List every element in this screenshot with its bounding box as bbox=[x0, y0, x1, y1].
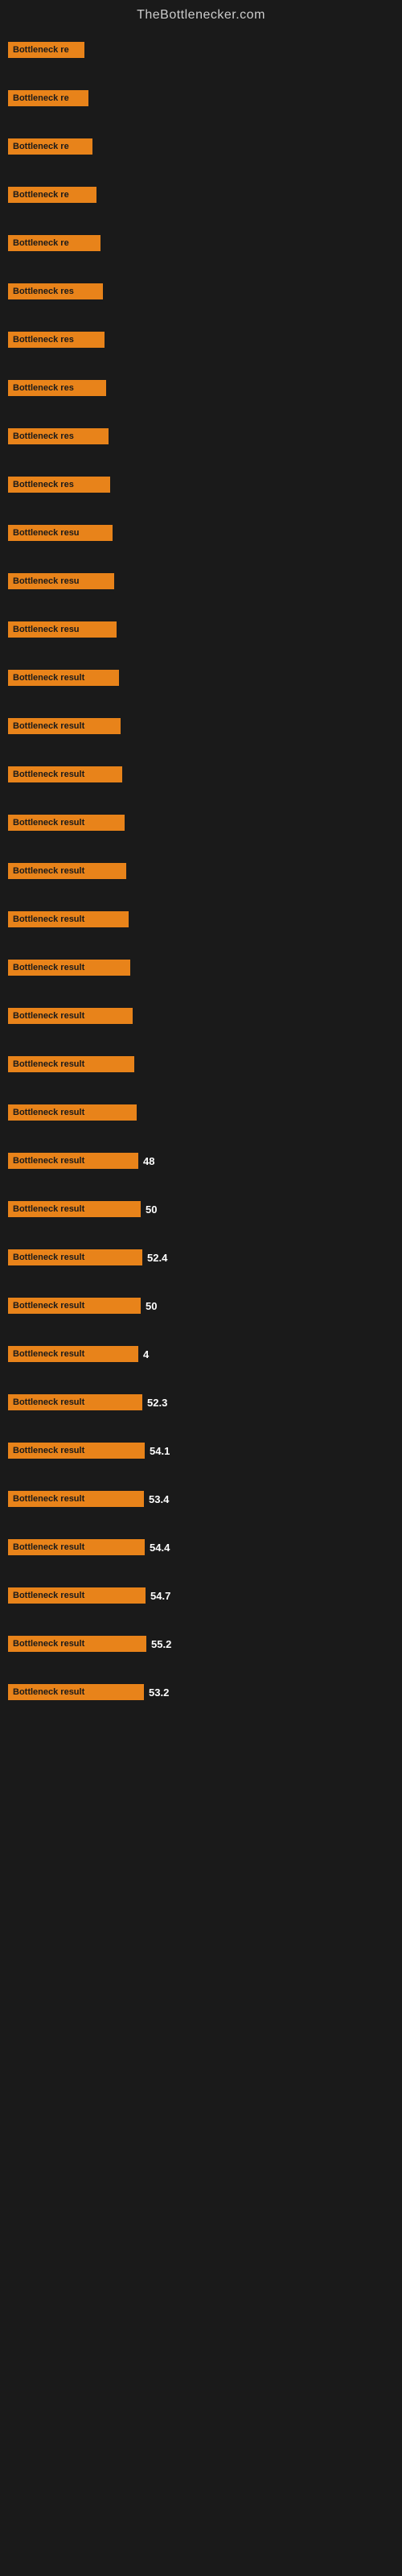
list-item: Bottleneck result 54.4 bbox=[8, 1524, 394, 1571]
list-item: Bottleneck res bbox=[8, 316, 394, 363]
bar-label: Bottleneck res bbox=[8, 332, 105, 348]
list-item: Bottleneck result bbox=[8, 944, 394, 991]
bar-label: Bottleneck re bbox=[8, 42, 84, 58]
bar-label: Bottleneck result bbox=[8, 1636, 146, 1652]
bar-label: Bottleneck resu bbox=[8, 621, 117, 638]
bar-label: Bottleneck res bbox=[8, 428, 109, 444]
list-item: Bottleneck res bbox=[8, 268, 394, 315]
bar-label: Bottleneck res bbox=[8, 380, 106, 396]
bar-label: Bottleneck result bbox=[8, 1346, 138, 1362]
bar-label: Bottleneck result bbox=[8, 1539, 145, 1555]
list-item: Bottleneck res bbox=[8, 365, 394, 411]
list-item: Bottleneck result 50 bbox=[8, 1186, 394, 1232]
bar-label: Bottleneck result bbox=[8, 1491, 144, 1507]
list-item: Bottleneck result bbox=[8, 993, 394, 1039]
bar-label: Bottleneck result bbox=[8, 670, 119, 686]
bar-label: Bottleneck resu bbox=[8, 573, 114, 589]
list-item: Bottleneck result 55.2 bbox=[8, 1620, 394, 1667]
list-item: Bottleneck result 50 bbox=[8, 1282, 394, 1329]
bar-value: 54.1 bbox=[150, 1445, 170, 1457]
bar-label: Bottleneck res bbox=[8, 477, 110, 493]
list-item: Bottleneck re bbox=[8, 27, 394, 73]
list-item: Bottleneck result bbox=[8, 751, 394, 798]
list-item: Bottleneck re bbox=[8, 123, 394, 170]
list-item: Bottleneck result bbox=[8, 896, 394, 943]
list-item: Bottleneck result bbox=[8, 799, 394, 846]
list-item: Bottleneck result 53.4 bbox=[8, 1476, 394, 1522]
bar-label: Bottleneck result bbox=[8, 1201, 141, 1217]
bar-label: Bottleneck result bbox=[8, 718, 121, 734]
list-item: Bottleneck res bbox=[8, 461, 394, 508]
bar-label: Bottleneck result bbox=[8, 766, 122, 782]
rows-container: Bottleneck re Bottleneck re Bottleneck re B… bbox=[0, 27, 402, 1715]
bar-label: Bottleneck result bbox=[8, 1056, 134, 1072]
list-item: Bottleneck result bbox=[8, 1041, 394, 1088]
bar-value: 54.4 bbox=[150, 1542, 170, 1554]
site-title: TheBottlenecker.com bbox=[0, 0, 402, 27]
bar-label: Bottleneck re bbox=[8, 90, 88, 106]
bar-label: Bottleneck result bbox=[8, 1443, 145, 1459]
bar-label: Bottleneck result bbox=[8, 1104, 137, 1121]
list-item: Bottleneck resu bbox=[8, 606, 394, 653]
bar-label: Bottleneck re bbox=[8, 187, 96, 203]
list-item: Bottleneck re bbox=[8, 171, 394, 218]
bar-label: Bottleneck result bbox=[8, 1587, 146, 1604]
bar-label: Bottleneck result bbox=[8, 1298, 141, 1314]
bar-label: Bottleneck result bbox=[8, 960, 130, 976]
bar-value: 54.7 bbox=[150, 1590, 170, 1602]
list-item: Bottleneck result 52.4 bbox=[8, 1234, 394, 1281]
bar-value: 55.2 bbox=[151, 1638, 171, 1650]
bar-value: 50 bbox=[146, 1203, 157, 1216]
list-item: Bottleneck res bbox=[8, 413, 394, 460]
list-item: Bottleneck result 52.3 bbox=[8, 1379, 394, 1426]
bar-label: Bottleneck result bbox=[8, 1684, 144, 1700]
bar-label: Bottleneck result bbox=[8, 911, 129, 927]
bar-value: 53.2 bbox=[149, 1686, 169, 1699]
bar-label: Bottleneck result bbox=[8, 1153, 138, 1169]
list-item: Bottleneck result 48 bbox=[8, 1137, 394, 1184]
bar-label: Bottleneck result bbox=[8, 863, 126, 879]
list-item: Bottleneck result bbox=[8, 654, 394, 701]
bar-value: 53.4 bbox=[149, 1493, 169, 1505]
list-item: Bottleneck resu bbox=[8, 558, 394, 605]
bar-value: 50 bbox=[146, 1300, 157, 1312]
bar-value: 52.3 bbox=[147, 1397, 167, 1409]
bar-label: Bottleneck result bbox=[8, 1008, 133, 1024]
bar-label: Bottleneck result bbox=[8, 1249, 142, 1265]
bar-label: Bottleneck res bbox=[8, 283, 103, 299]
bar-label: Bottleneck re bbox=[8, 138, 92, 155]
list-item: Bottleneck result 4 bbox=[8, 1331, 394, 1377]
bar-label: Bottleneck result bbox=[8, 815, 125, 831]
list-item: Bottleneck re bbox=[8, 220, 394, 266]
list-item: Bottleneck result 53.2 bbox=[8, 1669, 394, 1715]
bar-label: Bottleneck re bbox=[8, 235, 100, 251]
list-item: Bottleneck result bbox=[8, 703, 394, 749]
list-item: Bottleneck re bbox=[8, 75, 394, 122]
bar-label: Bottleneck resu bbox=[8, 525, 113, 541]
list-item: Bottleneck resu bbox=[8, 510, 394, 556]
bar-value: 4 bbox=[143, 1348, 149, 1360]
list-item: Bottleneck result bbox=[8, 1089, 394, 1136]
list-item: Bottleneck result 54.7 bbox=[8, 1572, 394, 1619]
bar-label: Bottleneck result bbox=[8, 1394, 142, 1410]
bar-value: 52.4 bbox=[147, 1252, 167, 1264]
list-item: Bottleneck result bbox=[8, 848, 394, 894]
list-item: Bottleneck result 54.1 bbox=[8, 1427, 394, 1474]
bar-value: 48 bbox=[143, 1155, 154, 1167]
